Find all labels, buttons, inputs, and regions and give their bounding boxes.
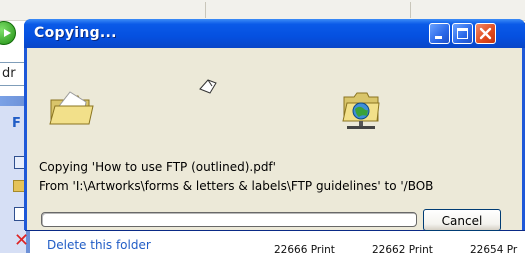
- back-arrow-icon[interactable]: [0, 21, 16, 45]
- minimize-button[interactable]: [429, 23, 450, 44]
- copy-path-text: From 'I:\Artworks\forms & letters & labe…: [39, 179, 434, 193]
- task-pane-heading: F: [12, 116, 21, 131]
- delete-icon: ✕: [14, 230, 30, 251]
- flying-document-icon: [199, 79, 217, 94]
- network-folder-icon: [342, 92, 380, 129]
- file-item[interactable]: 22654 Pr: [470, 242, 517, 259]
- task-delete-folder[interactable]: Delete this folder: [47, 238, 151, 252]
- file-list: 22666 Print 22662 Print 22654 Pr: [260, 236, 525, 256]
- minimize-icon: [435, 36, 442, 39]
- address-bar[interactable]: dr: [0, 62, 26, 86]
- copying-dialog: Copying... Copying 'How to use FTP (outl…: [24, 19, 525, 231]
- maximize-icon: [457, 28, 468, 39]
- toolbar-separator: [205, 2, 206, 18]
- close-button[interactable]: [475, 23, 496, 44]
- dialog-title: Copying...: [34, 25, 117, 41]
- file-item[interactable]: 22662 Print: [372, 242, 433, 259]
- file-item[interactable]: 22666 Print: [274, 242, 335, 259]
- background-toolbar: [0, 0, 525, 21]
- copying-file-text: Copying 'How to use FTP (outlined).pdf': [39, 160, 276, 174]
- copy-progress-bar: [41, 212, 417, 227]
- address-text: dr: [2, 66, 16, 81]
- close-icon: [479, 27, 492, 40]
- toolbar-separator: [410, 2, 411, 18]
- maximize-button[interactable]: [452, 23, 473, 44]
- title-bar[interactable]: Copying...: [24, 19, 525, 48]
- cancel-button[interactable]: Cancel: [423, 209, 501, 231]
- folder-icon: [49, 91, 94, 125]
- dialog-body: Copying 'How to use FTP (outlined).pdf' …: [27, 48, 522, 231]
